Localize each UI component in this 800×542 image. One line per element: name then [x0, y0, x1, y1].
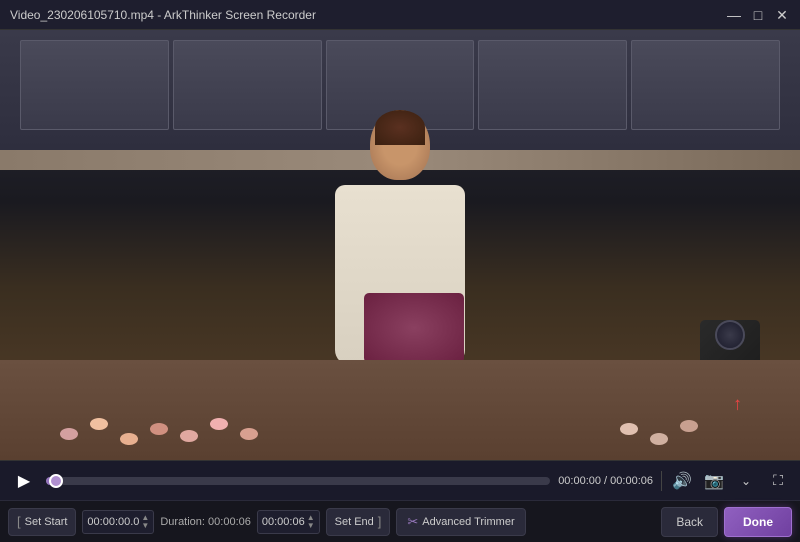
macaron	[620, 423, 638, 435]
camera-lens	[715, 320, 745, 350]
start-time-input[interactable]: 00:00:00.0 ▲ ▼	[82, 510, 154, 534]
cake-body	[364, 293, 464, 363]
end-time-input[interactable]: 00:00:06 ▲ ▼	[257, 510, 320, 534]
chevron-down-icon: ⌄	[741, 474, 751, 488]
progress-bar[interactable]	[46, 477, 550, 485]
cabinet-door-1	[20, 40, 169, 130]
cabinet-door-5	[631, 40, 780, 130]
done-button[interactable]: Done	[724, 507, 792, 537]
person-head	[370, 110, 430, 180]
chevron-down-button[interactable]: ⌄	[734, 469, 758, 493]
title-bar: Video_230206105710.mp4 - ArkThinker Scre…	[0, 0, 800, 30]
set-start-button[interactable]: [ Set Start	[8, 508, 76, 536]
macaron	[180, 430, 198, 442]
advanced-trimmer-label: Advanced Trimmer	[422, 516, 514, 528]
spin-down-icon[interactable]: ▼	[141, 522, 149, 530]
volume-icon: 🔊	[672, 471, 692, 491]
fullscreen-button[interactable]: ⛶	[766, 469, 790, 493]
progress-thumb[interactable]	[49, 474, 63, 488]
end-spin-down-icon[interactable]: ▼	[307, 522, 315, 530]
snapshot-button[interactable]: 📷	[702, 469, 726, 493]
macaron	[120, 433, 138, 445]
maximize-button[interactable]: □	[750, 7, 766, 23]
fullscreen-icon: ⛶	[773, 472, 783, 489]
video-area: ↓	[0, 30, 800, 460]
set-start-label: Set Start	[25, 516, 68, 528]
macaron	[60, 428, 78, 440]
macaron	[240, 428, 258, 440]
scissors-icon: ✂	[407, 514, 418, 530]
separator-1	[661, 471, 662, 491]
scene-table	[0, 360, 800, 460]
set-end-label: Set End	[335, 516, 374, 528]
macaron	[90, 418, 108, 430]
volume-button[interactable]: 🔊	[670, 469, 694, 493]
macaron	[680, 420, 698, 432]
player-controls: ▶ 00:00:00 / 00:00:06 🔊 📷 ⌄ ⛶	[0, 460, 800, 500]
close-button[interactable]: ✕	[774, 7, 790, 23]
play-icon: ▶	[18, 471, 30, 491]
set-end-button[interactable]: Set End ]	[326, 508, 391, 536]
start-time-value: 00:00:00.0	[87, 516, 139, 528]
volume-arrow-indicator: ↓	[733, 395, 742, 416]
macaron	[210, 418, 228, 430]
start-time-spinner[interactable]: ▲ ▼	[141, 514, 149, 530]
end-time-value: 00:00:06	[262, 516, 305, 528]
macaron	[150, 423, 168, 435]
back-button[interactable]: Back	[661, 507, 718, 537]
duration-label: Duration: 00:00:06	[160, 516, 251, 528]
person-hair	[375, 110, 425, 145]
camera-icon: 📷	[704, 471, 724, 491]
bottom-toolbar: [ Set Start 00:00:00.0 ▲ ▼ Duration: 00:…	[0, 500, 800, 542]
window-controls: — □ ✕	[726, 7, 790, 23]
advanced-trimmer-button[interactable]: ✂ Advanced Trimmer	[396, 508, 525, 536]
macaron	[650, 433, 668, 445]
minimize-button[interactable]: —	[726, 7, 742, 23]
end-time-spinner[interactable]: ▲ ▼	[307, 514, 315, 530]
cabinet-door-2	[173, 40, 322, 130]
play-button[interactable]: ▶	[10, 467, 38, 495]
time-display: 00:00:00 / 00:00:06	[558, 475, 653, 487]
cabinet-door-4	[478, 40, 627, 130]
window-title: Video_230206105710.mp4 - ArkThinker Scre…	[10, 8, 316, 22]
